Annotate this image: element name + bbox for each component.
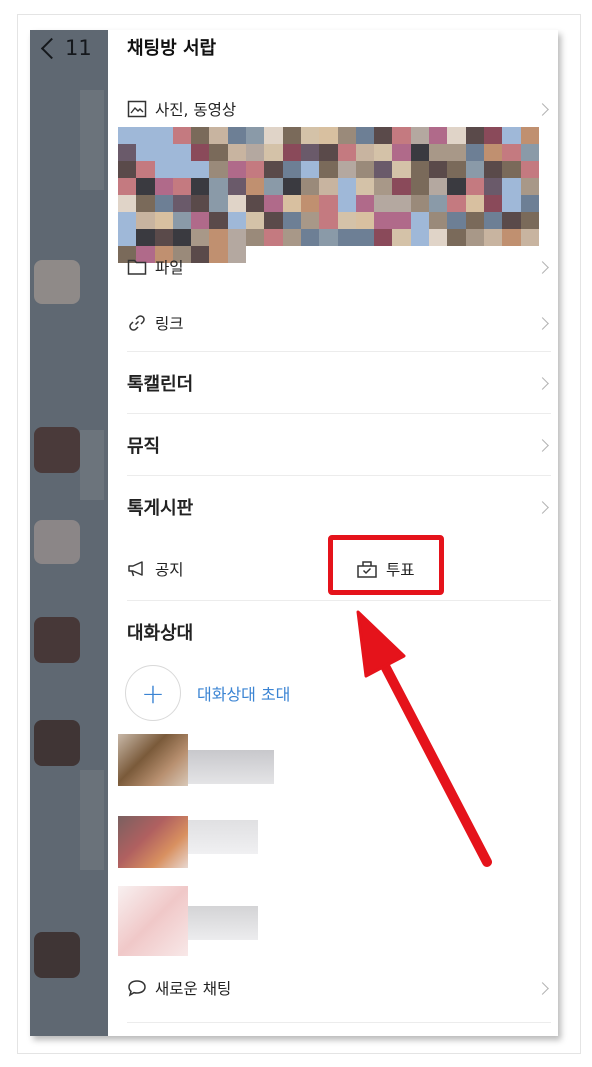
red-pointer-arrow	[356, 610, 492, 867]
app-frame: 11 채팅방 서랍 사진, 동영상 파일 링크 톡캘린더 뮤직 톡게시판 공지 …	[30, 30, 558, 1036]
